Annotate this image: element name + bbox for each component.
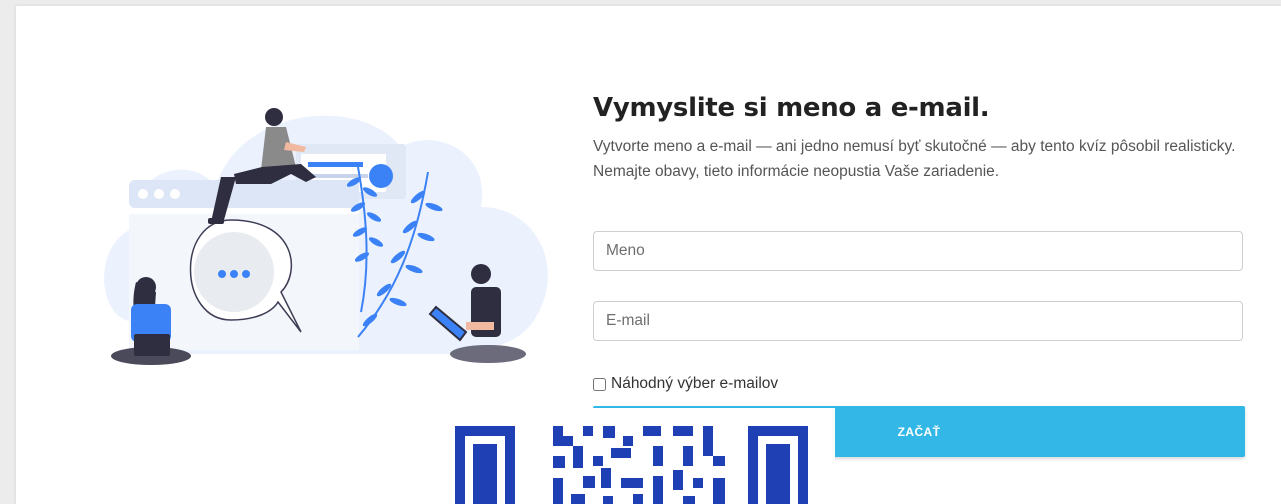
illustration (104, 108, 548, 365)
random-email-label: Náhodný výber e-mailov (611, 375, 779, 392)
signup-form: Vymyslite si meno a e-mail. Vytvorte men… (593, 90, 1245, 457)
random-email-option[interactable]: Náhodný výber e-mailov (593, 375, 778, 393)
page-title: Vymyslite si meno a e-mail. (593, 93, 990, 123)
qr-code-icon (443, 408, 835, 504)
page-description: Vytvorte meno a e-mail — ani jedno nemus… (593, 138, 1236, 180)
name-input[interactable] (593, 231, 1243, 271)
email-input[interactable] (593, 301, 1243, 341)
random-email-checkbox[interactable] (593, 377, 606, 391)
